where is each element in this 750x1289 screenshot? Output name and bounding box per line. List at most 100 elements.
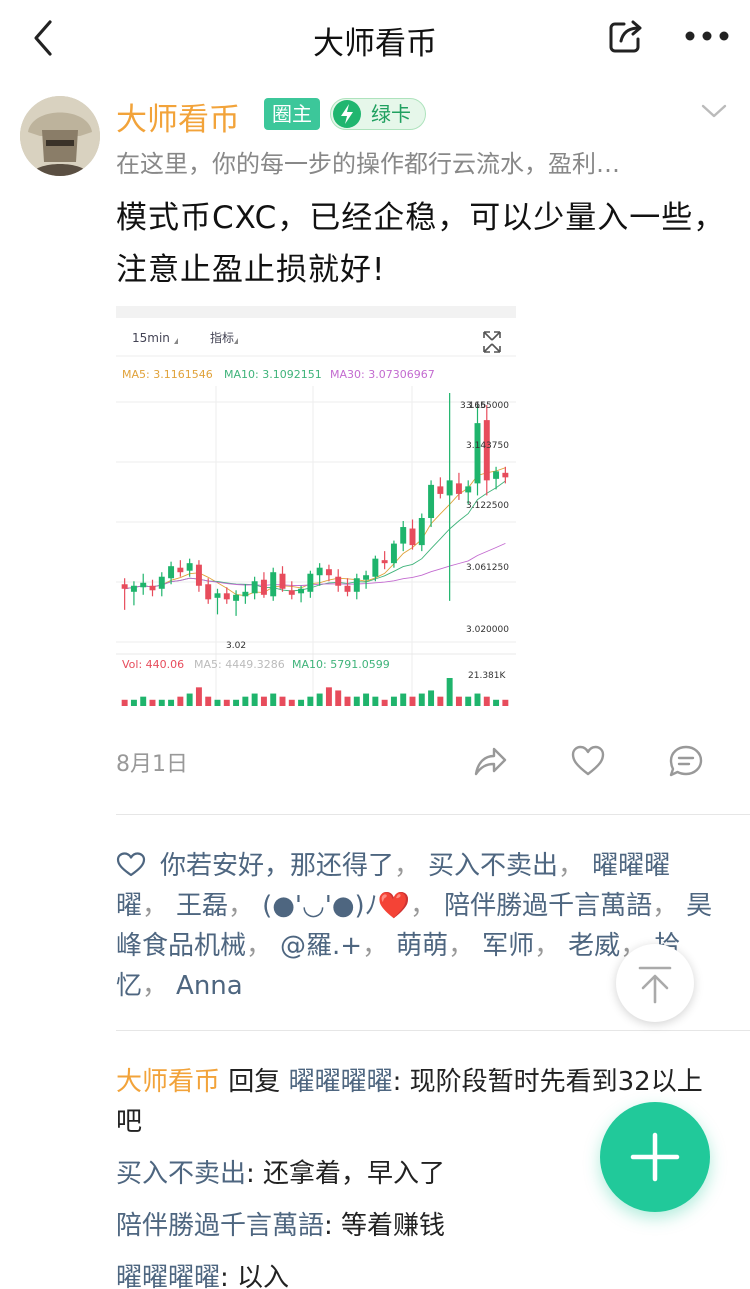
candle-body	[335, 576, 342, 586]
candle-body	[428, 484, 435, 518]
like-icon[interactable]	[570, 744, 606, 778]
volume-bar	[325, 687, 332, 706]
green-card-label: 绿卡	[371, 102, 411, 126]
candle-body	[288, 590, 295, 595]
more-icon[interactable]	[684, 22, 730, 50]
candle-body	[186, 563, 193, 571]
volume-bar	[493, 699, 500, 706]
comment-author[interactable]: 曜曜曜曜	[116, 1263, 220, 1289]
volume-bar	[158, 699, 165, 706]
candle-body	[437, 486, 444, 494]
volume-bar	[409, 696, 416, 706]
lightning-icon	[333, 100, 361, 128]
candle-body	[353, 578, 360, 592]
candle-body	[242, 591, 249, 597]
candle-body	[465, 486, 472, 493]
y-tick-label: 3.061250	[466, 563, 509, 573]
vol-ma5-label: MA5: 4449.3286	[194, 658, 285, 671]
avatar[interactable]	[20, 96, 100, 176]
add-post-button[interactable]	[600, 1102, 710, 1212]
volume-bar	[390, 696, 397, 706]
volume-bar	[483, 696, 490, 706]
chevron-down-icon[interactable]	[700, 100, 728, 122]
y-tick-label: 3.122500	[466, 501, 509, 511]
fullscreen-icon[interactable]	[483, 331, 501, 353]
divider	[116, 814, 750, 815]
liker-name[interactable]: (●'◡'●)ﾉ❤️	[262, 891, 410, 921]
candle-body	[251, 581, 258, 594]
comment-author[interactable]: 买入不卖出	[116, 1159, 246, 1189]
candle-body	[149, 585, 156, 591]
volume-bar	[316, 693, 323, 706]
liker-name[interactable]: Anna	[176, 971, 243, 1001]
y-tick-label: 3.143750	[466, 441, 509, 451]
volume-bar	[149, 699, 156, 706]
volume-bar	[223, 699, 230, 706]
candle-body	[325, 569, 332, 576]
candle-body	[372, 558, 379, 577]
volume-bar	[381, 699, 388, 706]
chart-min-label: 3.02	[226, 641, 246, 651]
interval-label[interactable]: 15min	[132, 331, 170, 345]
volume-bar	[233, 699, 240, 706]
liker-name[interactable]: 萌萌	[396, 931, 448, 961]
volume-bar	[168, 699, 175, 706]
volume-bar	[502, 699, 509, 706]
volume-bar	[298, 699, 305, 706]
liker-name[interactable]: 你若安好，那还得了	[160, 851, 394, 881]
volume-bar	[363, 693, 370, 706]
author-name[interactable]: 大师看币	[116, 94, 240, 139]
volume-bar	[140, 696, 147, 706]
plus-icon	[630, 1132, 680, 1182]
liker-name[interactable]: 老威	[568, 931, 620, 961]
comment-item[interactable]: 曜曜曜曜: 以入	[116, 1258, 716, 1289]
volume-bar	[465, 696, 472, 706]
forward-icon[interactable]	[472, 744, 508, 778]
comment-icon[interactable]	[668, 744, 704, 778]
comment-item[interactable]: 陪伴勝過千言萬語: 等着赚钱	[116, 1206, 716, 1246]
liker-name[interactable]: 军师	[482, 931, 534, 961]
post-chart-image[interactable]: 15min 指标 MA5: 3.1161546 MA10: 3.1092151 …	[116, 306, 516, 706]
candle-body	[223, 593, 230, 600]
green-card-badge: 绿卡	[330, 98, 426, 130]
volume-bar	[455, 696, 462, 706]
comment-text: 等着赚钱	[341, 1211, 446, 1241]
liker-name[interactable]: 王磊	[176, 891, 228, 921]
candle-body	[121, 584, 128, 589]
candle-body	[279, 573, 286, 589]
heart-icon	[116, 852, 146, 877]
share-icon[interactable]	[606, 16, 646, 56]
comment-author[interactable]: 陪伴勝過千言萬語	[116, 1211, 324, 1241]
candle-body	[502, 472, 509, 478]
volume-bar	[288, 699, 295, 706]
candle-body	[363, 575, 370, 580]
volume-bar	[437, 696, 444, 706]
volume-bar	[195, 687, 202, 706]
volume-bar	[279, 696, 286, 706]
liker-name[interactable]: 买入不卖出	[428, 851, 558, 881]
candle-body	[400, 527, 407, 544]
scroll-to-top-button[interactable]	[616, 944, 694, 1022]
volume-bar	[214, 699, 221, 706]
volume-bar	[130, 699, 137, 706]
ma10-label: MA10: 3.1092151	[224, 368, 322, 381]
vol-label: Vol: 440.06	[122, 658, 184, 671]
ma5-label: MA5: 3.1161546	[122, 368, 213, 381]
comment-text: 还拿着，早入了	[263, 1159, 446, 1189]
candle-body	[298, 588, 305, 594]
liker-name[interactable]: @羅.+	[280, 931, 362, 961]
volume-bar	[335, 690, 342, 706]
vol-max-label: 21.381K	[468, 671, 506, 681]
candle-body	[381, 560, 388, 564]
divider	[116, 1030, 750, 1031]
ma30-label: MA30: 3.07306967	[330, 368, 435, 381]
liker-name[interactable]: 陪伴勝過千言萬語	[444, 891, 652, 921]
indicator-label[interactable]: 指标	[210, 330, 234, 345]
volume-bar	[344, 696, 351, 706]
owner-badge: 圈主	[264, 98, 320, 130]
reply-target[interactable]: 曜曜曜曜	[289, 1067, 393, 1097]
volume-bar	[251, 693, 258, 706]
volume-bar	[177, 696, 184, 706]
volume-bar	[260, 696, 267, 706]
comment-author[interactable]: 大师看币	[116, 1067, 220, 1097]
